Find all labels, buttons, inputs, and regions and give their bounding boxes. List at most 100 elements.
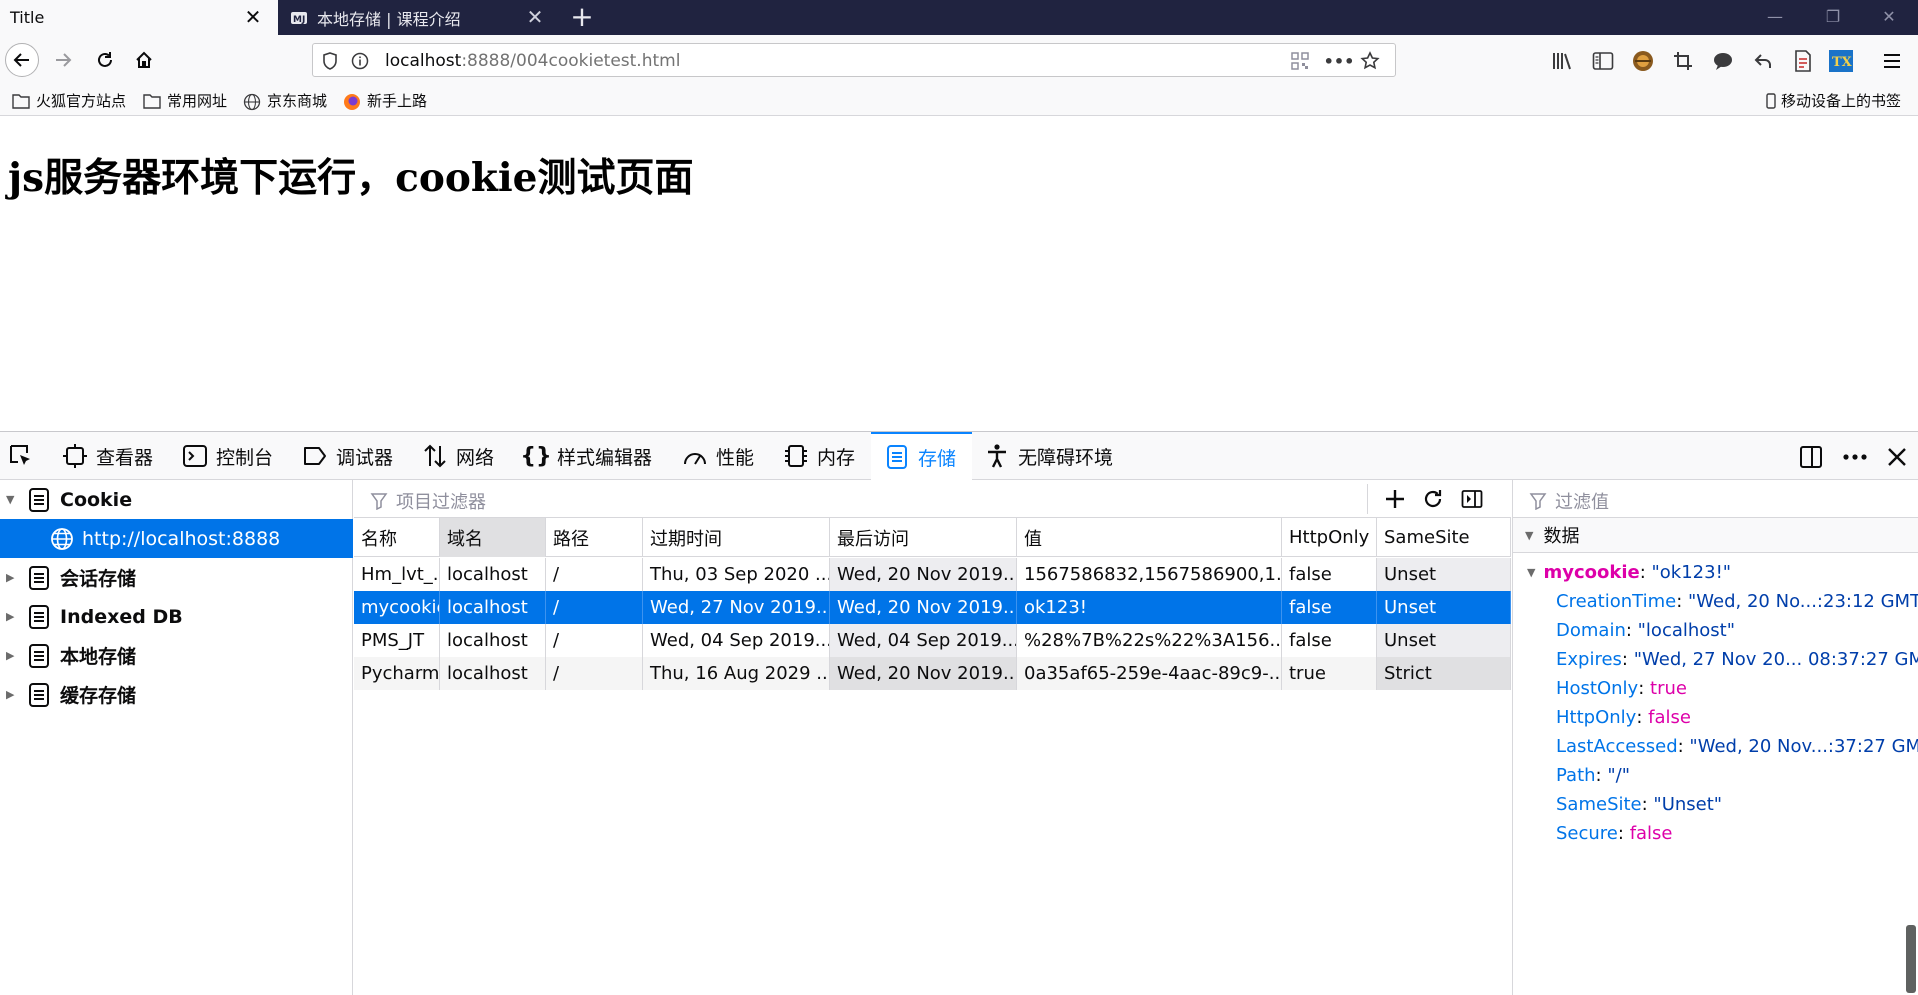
mobile-bookmarks[interactable]: 移动设备上的书签: [1766, 90, 1901, 111]
account-avatar-icon[interactable]: [1631, 49, 1655, 73]
items-filter-input[interactable]: 项目过滤器: [370, 488, 486, 514]
collapsed-arrow-icon[interactable]: ▶: [6, 688, 18, 701]
cookie-property-row[interactable]: Path: "/": [1513, 761, 1918, 790]
element-picker-icon: [8, 443, 34, 469]
library-icon[interactable]: [1551, 49, 1575, 73]
prop-key: SameSite: [1556, 794, 1642, 815]
menu-hamburger-icon[interactable]: [1880, 49, 1904, 73]
tab-console[interactable]: 控制台: [182, 432, 273, 480]
collapsed-arrow-icon[interactable]: ▶: [6, 610, 18, 623]
table-row[interactable]: Hm_lvt_... localhost / Thu, 03 Sep 2020 …: [354, 558, 1511, 591]
reload-button[interactable]: [88, 43, 122, 77]
bookmarks-toolbar: 火狐官方站点 常用网址 京东商城 新手上路 移动设备上的书签: [0, 84, 1918, 116]
url-text[interactable]: localhost:8888/004cookietest.html: [385, 51, 680, 71]
tab-memory[interactable]: 内存: [783, 432, 855, 480]
column-header-expires[interactable]: 过期时间: [643, 518, 830, 557]
storage-icon: [28, 643, 52, 669]
cookie-property-row[interactable]: Secure: false: [1513, 819, 1918, 848]
bookmark-folder-firefox[interactable]: 火狐官方站点: [12, 90, 126, 111]
close-tab-icon[interactable]: ✕: [242, 6, 264, 28]
element-picker-button[interactable]: [8, 432, 42, 480]
tree-item-indexed-db[interactable]: ▶ Indexed DB: [0, 597, 353, 636]
shield-icon[interactable]: [319, 50, 341, 72]
home-button[interactable]: [127, 43, 161, 77]
chat-bubble-icon[interactable]: [1711, 49, 1735, 73]
site-info-icon[interactable]: [349, 50, 371, 72]
close-window-button[interactable]: ✕: [1866, 0, 1912, 35]
scrollbar-thumb[interactable]: [1906, 925, 1916, 993]
tab-style-editor[interactable]: {} 样式编辑器: [520, 432, 652, 480]
column-header-httponly[interactable]: HttpOnly: [1282, 518, 1377, 557]
table-row[interactable]: PMS_JT localhost / Wed, 04 Sep 2019... W…: [354, 624, 1511, 657]
tab-inspector[interactable]: 查看器: [62, 432, 153, 480]
collapsed-arrow-icon[interactable]: ▶: [6, 649, 18, 662]
cookie-property-row[interactable]: Domain: "localhost": [1513, 616, 1918, 645]
bookmark-label: 火狐官方站点: [36, 92, 127, 110]
tree-item-cookie[interactable]: ▼ Cookie: [0, 480, 353, 519]
cell-path: /: [546, 591, 643, 624]
screenshot-crop-icon[interactable]: [1671, 49, 1695, 73]
column-header-value[interactable]: 值: [1017, 518, 1282, 557]
tab-local-storage[interactable]: MJ 本地存储 | 课程介绍 ✕: [278, 0, 560, 35]
table-row-selected[interactable]: mycookie localhost / Wed, 27 Nov 2019...…: [354, 591, 1511, 624]
sidebar-toggle-icon[interactable]: [1591, 49, 1615, 73]
document-note-icon[interactable]: [1791, 49, 1815, 73]
column-header-path[interactable]: 路径: [546, 518, 643, 557]
expanded-arrow-icon[interactable]: ▼: [6, 493, 18, 506]
cookie-root-entry[interactable]: ▼ mycookie: "ok123!": [1513, 558, 1918, 587]
values-filter-input[interactable]: 过滤值: [1529, 488, 1609, 514]
bookmark-jd[interactable]: 京东商城: [243, 90, 327, 111]
column-header-name[interactable]: 名称: [354, 518, 440, 557]
expanded-arrow-icon[interactable]: ▼: [1525, 529, 1533, 542]
qr-code-icon[interactable]: [1289, 50, 1311, 72]
bookmark-folder-common[interactable]: 常用网址: [143, 90, 227, 111]
url-bar[interactable]: localhost:8888/004cookietest.html •••: [312, 43, 1396, 77]
tab-performance[interactable]: 性能: [682, 432, 754, 480]
cookie-property-row[interactable]: SameSite: "Unset": [1513, 790, 1918, 819]
column-header-samesite[interactable]: SameSite: [1377, 518, 1511, 557]
new-tab-button[interactable]: +: [568, 3, 596, 31]
cookie-property-row[interactable]: HttpOnly: false: [1513, 703, 1918, 732]
tree-item-session-storage[interactable]: ▶ 会话存储: [0, 558, 353, 597]
table-row[interactable]: Pycharm... localhost / Thu, 16 Aug 2029 …: [354, 657, 1511, 690]
devtools-menu-icon[interactable]: [1841, 443, 1869, 471]
bookmark-label: 新手上路: [367, 92, 428, 110]
column-header-domain[interactable]: 域名: [440, 518, 546, 557]
close-devtools-icon[interactable]: [1883, 443, 1911, 471]
sidebar-panel-icon: [1461, 490, 1483, 508]
tab-accessibility[interactable]: 无障碍环境: [984, 432, 1113, 480]
cell-name: Hm_lvt_...: [354, 558, 440, 591]
add-item-button[interactable]: [1380, 485, 1410, 513]
tab-storage[interactable]: 存储: [871, 432, 972, 480]
cell-value: 1567586832,1567586900,1...: [1017, 558, 1282, 591]
cookie-property-row[interactable]: HostOnly: true: [1513, 674, 1918, 703]
tab-debugger[interactable]: 调试器: [302, 432, 393, 480]
star-bookmark-icon[interactable]: [1359, 50, 1381, 72]
dock-toggle-icon[interactable]: [1797, 443, 1825, 471]
cookie-property-row[interactable]: LastAccessed: "Wed, 20 Nov...:37:27 GMT": [1513, 732, 1918, 761]
restore-button[interactable]: ❐: [1810, 0, 1856, 35]
tree-item-cache-storage[interactable]: ▶ 缓存存储: [0, 675, 353, 714]
data-section-header[interactable]: ▼ 数据: [1513, 518, 1918, 553]
bookmark-getting-started[interactable]: 新手上路: [343, 90, 427, 111]
toggle-sidebar-button[interactable]: [1457, 485, 1487, 513]
inspector-icon: [62, 443, 88, 469]
column-header-last-accessed[interactable]: 最后访问: [830, 518, 1017, 557]
undo-arrow-icon[interactable]: [1751, 49, 1775, 73]
tab-title[interactable]: Title ✕: [0, 0, 278, 35]
expanded-arrow-icon[interactable]: ▼: [1527, 566, 1535, 579]
cookie-property-row[interactable]: CreationTime: "Wed, 20 No...:23:12 GMT": [1513, 587, 1918, 616]
page-actions-icon[interactable]: •••: [1324, 50, 1355, 72]
tree-item-local-storage[interactable]: ▶ 本地存储: [0, 636, 353, 675]
forward-button[interactable]: [46, 43, 80, 77]
prop-colon: :: [1641, 794, 1654, 815]
tree-item-localhost[interactable]: http://localhost:8888: [0, 519, 353, 558]
cookie-property-row[interactable]: Expires: "Wed, 27 Nov 20... 08:37:27 GMT…: [1513, 645, 1918, 674]
minimize-button[interactable]: —: [1752, 0, 1798, 35]
back-button[interactable]: [5, 43, 39, 77]
refresh-items-button[interactable]: [1418, 485, 1448, 513]
collapsed-arrow-icon[interactable]: ▶: [6, 571, 18, 584]
tab-network[interactable]: 网络: [422, 432, 494, 480]
translate-extension-icon[interactable]: TX: [1829, 49, 1853, 73]
close-tab-icon[interactable]: ✕: [524, 6, 546, 28]
